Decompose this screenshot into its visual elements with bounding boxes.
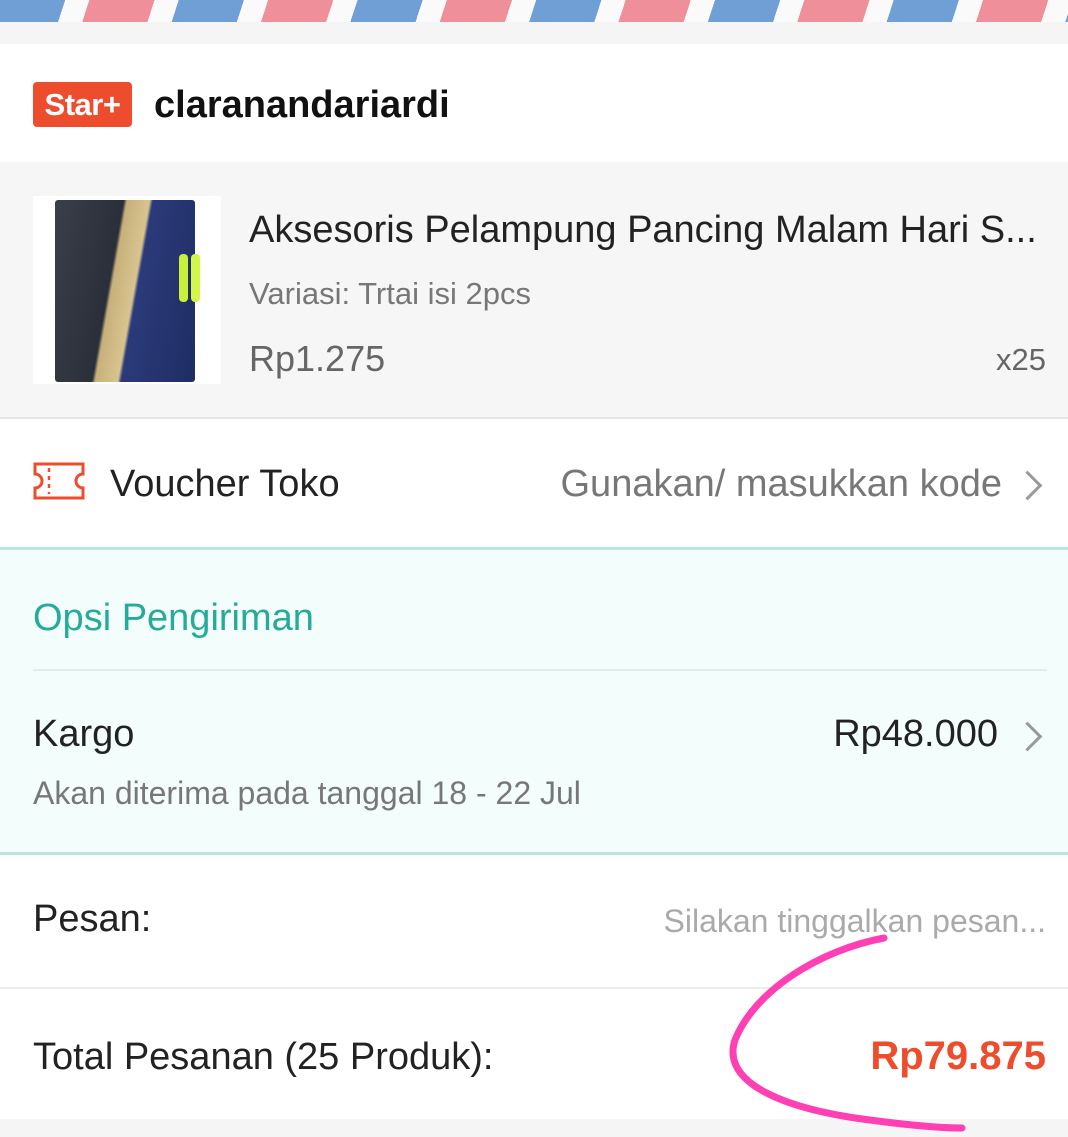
product-thumbnail[interactable] (33, 196, 221, 384)
order-total-value: Rp79.875 (870, 1034, 1046, 1078)
shop-voucher-row[interactable]: Voucher Toko Gunakan/ masukkan kode (0, 419, 1068, 550)
airmail-border (0, 0, 1068, 22)
star-plus-badge: Star+ (33, 82, 132, 127)
voucher-action-link[interactable]: Gunakan/ masukkan kode (561, 460, 1003, 508)
product-title: Aksesoris Pelampung Pancing Malam Hari S… (249, 209, 1037, 251)
order-total-label: Total Pesanan (25 Produk): (33, 1036, 494, 1078)
shipping-options[interactable]: Opsi Pengiriman Kargo Rp48.000 Akan dite… (0, 550, 1068, 855)
product-item[interactable]: Aksesoris Pelampung Pancing Malam Hari S… (0, 162, 1068, 419)
ticket-icon (33, 462, 85, 500)
divider (33, 669, 1047, 671)
order-total-row: Total Pesanan (25 Produk): Rp79.875 (0, 989, 1068, 1119)
product-quantity: x25 (996, 342, 1046, 377)
shop-header[interactable]: Star+ claranandariardi (0, 44, 1068, 162)
courier-name: Kargo (33, 713, 135, 755)
chevron-right-icon (1012, 470, 1043, 501)
shipping-cost: Rp48.000 (833, 713, 998, 755)
product-price: Rp1.275 (249, 338, 386, 379)
glow-stick-image (191, 254, 200, 302)
message-row: Pesan: (0, 855, 1068, 989)
shipping-title: Opsi Pengiriman (33, 597, 314, 639)
shop-name[interactable]: claranandariardi (154, 80, 450, 130)
voucher-label: Voucher Toko (110, 463, 340, 505)
message-input[interactable] (566, 899, 1046, 943)
message-label: Pesan: (33, 898, 152, 940)
delivery-estimate: Akan diterima pada tanggal 18 - 22 Jul (33, 775, 581, 811)
product-image (55, 200, 195, 382)
chevron-right-icon (1012, 721, 1043, 752)
glow-stick-image (179, 254, 188, 302)
product-variant: Variasi: Trtai isi 2pcs (249, 276, 531, 311)
